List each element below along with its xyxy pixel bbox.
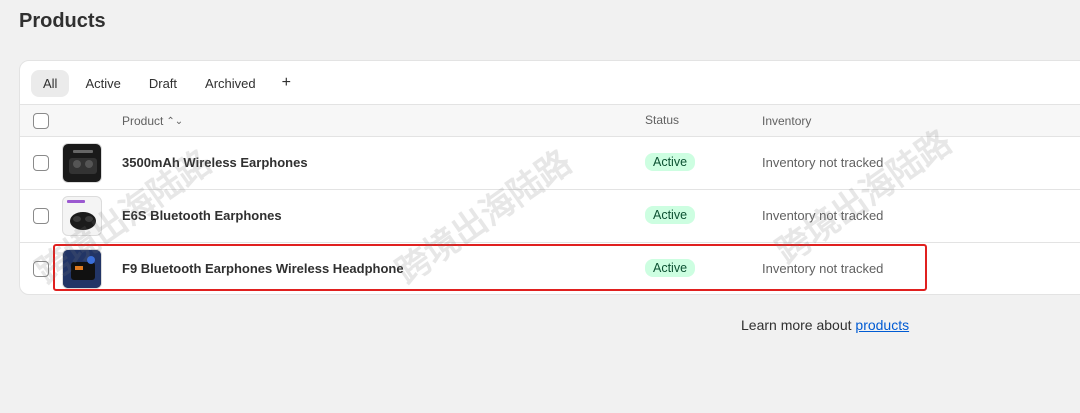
- product-name[interactable]: 3500mAh Wireless Earphones: [122, 155, 308, 170]
- inventory-status: Inventory not tracked: [762, 155, 884, 170]
- inventory-status: Inventory not tracked: [762, 261, 884, 276]
- help-text: Learn more about: [741, 317, 856, 333]
- row-checkbox[interactable]: [33, 155, 49, 171]
- tab-draft[interactable]: Draft: [137, 70, 189, 97]
- product-thumbnail: [62, 249, 102, 289]
- products-link[interactable]: products: [855, 317, 909, 333]
- products-card: All Active Draft Archived + Product ⌃⌄ St…: [19, 60, 1080, 295]
- product-header-label: Product: [122, 114, 164, 128]
- status-badge: Active: [645, 259, 696, 277]
- inventory-column-header: Inventory: [762, 114, 812, 128]
- product-column-header[interactable]: Product ⌃⌄: [122, 114, 183, 128]
- sort-icon[interactable]: ⌃⌄: [166, 116, 183, 127]
- status-badge: Active: [645, 153, 696, 171]
- tab-archived[interactable]: Archived: [193, 70, 268, 97]
- table-row[interactable]: F9 Bluetooth Earphones Wireless Headphon…: [20, 243, 1080, 294]
- inventory-status: Inventory not tracked: [762, 208, 884, 223]
- product-name[interactable]: E6S Bluetooth Earphones: [122, 208, 282, 223]
- product-thumbnail: [62, 196, 102, 236]
- tab-all[interactable]: All: [31, 69, 70, 97]
- filter-tabs: All Active Draft Archived +: [20, 61, 1080, 105]
- page-title: Products: [19, 10, 106, 32]
- status-column-header: Status: [645, 113, 680, 127]
- table-row[interactable]: 3500mAh Wireless Earphones Active Invent…: [20, 137, 1080, 190]
- table-header: Product ⌃⌄ Status Inventory: [20, 104, 1080, 137]
- add-view-button[interactable]: +: [272, 70, 301, 96]
- status-badge: Active: [645, 206, 696, 224]
- product-name[interactable]: F9 Bluetooth Earphones Wireless Headphon…: [122, 261, 404, 276]
- row-checkbox[interactable]: [33, 208, 49, 224]
- tab-active[interactable]: Active: [73, 70, 132, 97]
- select-all-checkbox[interactable]: [33, 113, 49, 129]
- product-thumbnail: [62, 143, 102, 183]
- table-row[interactable]: E6S Bluetooth Earphones Active Inventory…: [20, 190, 1080, 243]
- help-footer: Learn more about products: [741, 317, 909, 333]
- row-checkbox[interactable]: [33, 261, 49, 277]
